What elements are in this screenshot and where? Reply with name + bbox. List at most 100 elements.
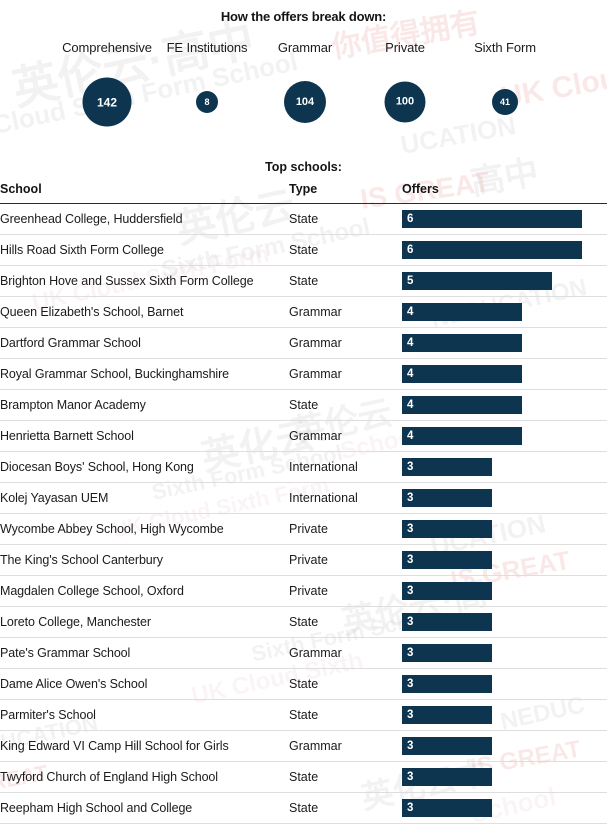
table-row: King Edward VI Camp Hill School for Girl…: [0, 730, 607, 762]
offers-bar-label: 3: [407, 523, 414, 535]
breakdown-category-label: Sixth Form: [474, 40, 536, 55]
offers-bar: 4: [402, 303, 522, 321]
cell-offers: 6: [402, 234, 607, 266]
offers-bar-label: 4: [407, 368, 414, 380]
offers-bar-label: 3: [407, 709, 414, 721]
breakdown-category-label: Grammar: [277, 40, 333, 55]
offers-bar-label: 3: [407, 554, 414, 566]
table-row: Reepham High School and College State 3: [0, 792, 607, 824]
cell-school: Diocesan Boys' School, Hong Kong: [0, 451, 289, 483]
cell-type: International: [289, 482, 402, 514]
offers-bar-label: 5: [407, 275, 414, 287]
table-row: Henrietta Barnett School Grammar 4: [0, 420, 607, 452]
offers-bar: 4: [402, 334, 522, 352]
cell-school: Reepham High School and College: [0, 792, 289, 824]
cell-school: Loreto College, Manchester: [0, 606, 289, 638]
table-header-row: School Type Offers: [0, 182, 607, 204]
offers-bar-label: 3: [407, 585, 414, 597]
infographic-page: How the offers break down: Comprehensive…: [0, 0, 607, 831]
cell-school: Greenhead College, Huddersfield: [0, 203, 289, 235]
offers-bar-label: 3: [407, 678, 414, 690]
offers-bar: 6: [402, 241, 582, 259]
column-header-school: School: [0, 182, 289, 204]
breakdown-category-2: FE Institutions: [167, 40, 248, 55]
cell-type: State: [289, 234, 402, 266]
table-row: Pate's Grammar School Grammar 3: [0, 637, 607, 669]
table-row: Hills Road Sixth Form College State 6: [0, 234, 607, 266]
offers-bar-label: 3: [407, 647, 414, 659]
table-row: Loreto College, Manchester State 3: [0, 606, 607, 638]
breakdown-title: How the offers break down:: [220, 9, 387, 24]
offers-bar-label: 4: [407, 337, 414, 349]
table-row: Dartford Grammar School Grammar 4: [0, 327, 607, 359]
cell-school: Dame Alice Owen's School: [0, 668, 289, 700]
breakdown-bubble-value: 100: [384, 81, 426, 123]
table-row: Royal Grammar School, Buckinghamshire Gra…: [0, 358, 607, 390]
offers-bar-label: 3: [407, 802, 414, 814]
table-row: Parmiter's School State 3: [0, 699, 607, 731]
breakdown-bubble-wrap: 41: [492, 89, 518, 115]
offers-bar: 3: [402, 520, 492, 538]
breakdown-bubble-value: 41: [492, 89, 518, 115]
cell-type: Private: [289, 513, 402, 545]
cell-offers: 5: [402, 265, 607, 297]
table-row: Brighton Hove and Sussex Sixth Form Coll…: [0, 265, 607, 297]
cell-type: State: [289, 389, 402, 421]
cell-offers: 3: [402, 575, 607, 607]
cell-type: State: [289, 699, 402, 731]
offers-bar: 3: [402, 737, 492, 755]
cell-offers: 6: [402, 203, 607, 235]
offers-bar: 3: [402, 768, 492, 786]
cell-school: Royal Grammar School, Buckinghamshire: [0, 358, 289, 390]
cell-type: Grammar: [289, 296, 402, 328]
offers-bar-label: 3: [407, 771, 414, 783]
offers-bar: 3: [402, 675, 492, 693]
offers-bar-label: 3: [407, 740, 414, 752]
cell-offers: 3: [402, 637, 607, 669]
table-row: Magdalen College School, Oxford Private 3: [0, 575, 607, 607]
table-row: Brampton Manor Academy State 4: [0, 389, 607, 421]
cell-school: King Edward VI Camp Hill School for Girl…: [0, 730, 289, 762]
offers-bar: 3: [402, 489, 492, 507]
offers-bar-label: 3: [407, 461, 414, 473]
cell-type: Private: [289, 575, 402, 607]
top-schools-table: School Type Offers Greenhead College, Hu…: [0, 182, 607, 824]
cell-offers: 3: [402, 792, 607, 824]
table-row: Diocesan Boys' School, Hong Kong Internat…: [0, 451, 607, 483]
cell-type: State: [289, 668, 402, 700]
cell-school: Queen Elizabeth's School, Barnet: [0, 296, 289, 328]
cell-offers: 4: [402, 420, 607, 452]
cell-type: Grammar: [289, 327, 402, 359]
offers-bar-label: 3: [407, 492, 414, 504]
cell-offers: 3: [402, 606, 607, 638]
table-row: Dame Alice Owen's School State 3: [0, 668, 607, 700]
cell-offers: 4: [402, 389, 607, 421]
breakdown-bubble-wrap: 142: [82, 77, 132, 127]
breakdown-bubble-value: 8: [196, 91, 218, 113]
table-row: Greenhead College, Huddersfield State 6: [0, 203, 607, 235]
cell-offers: 3: [402, 513, 607, 545]
offers-bar: 3: [402, 706, 492, 724]
offers-bar: 3: [402, 644, 492, 662]
breakdown-bubble-value: 104: [284, 81, 326, 123]
breakdown-category-label: FE Institutions: [166, 40, 248, 55]
breakdown-category-label: Comprehensive: [62, 40, 152, 55]
breakdown-category-4: Private: [385, 40, 425, 55]
offers-bar: 3: [402, 551, 492, 569]
offers-bar-label: 6: [407, 213, 414, 225]
cell-school: The King's School Canterbury: [0, 544, 289, 576]
cell-type: State: [289, 606, 402, 638]
offers-bar-label: 6: [407, 244, 414, 256]
offers-breakdown-section: How the offers break down: Comprehensive…: [0, 0, 607, 150]
top-schools-section: Top schools: School Type Offers Greenhea…: [0, 150, 607, 824]
table-row: The King's School Canterbury Private 3: [0, 544, 607, 576]
offers-bar-label: 3: [407, 616, 414, 628]
breakdown-bubble-wrap: 104: [284, 81, 326, 123]
breakdown-bubble-wrap: 8: [196, 91, 218, 113]
breakdown-bubble-value: 142: [82, 77, 132, 127]
cell-type: State: [289, 265, 402, 297]
breakdown-category-5: Sixth Form: [474, 40, 536, 55]
offers-bar: 3: [402, 799, 492, 817]
cell-type: Grammar: [289, 420, 402, 452]
cell-offers: 4: [402, 327, 607, 359]
